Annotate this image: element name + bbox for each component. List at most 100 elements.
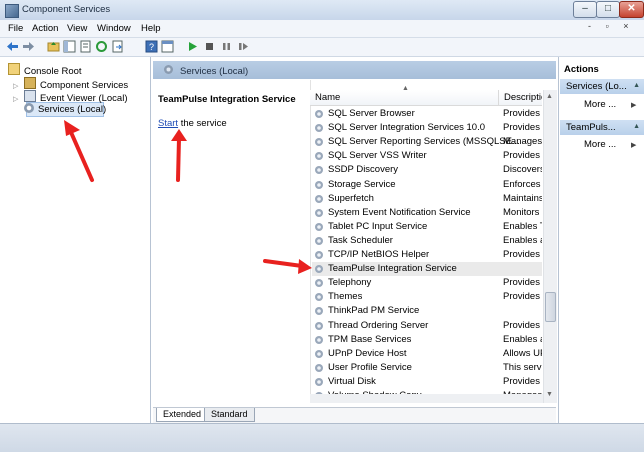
- start-service-icon[interactable]: [186, 40, 199, 53]
- table-row[interactable]: SQL Server Integration Services 10.0 Prov…: [314, 121, 542, 135]
- close-button[interactable]: ✕: [619, 1, 644, 18]
- table-row[interactable]: Tablet PC Input Service Enables Ta: [314, 220, 542, 234]
- gear-icon: [315, 166, 323, 175]
- refresh-icon[interactable]: [95, 40, 108, 53]
- service-description: Provides th: [503, 150, 542, 162]
- scrollbar-thumb[interactable]: [545, 292, 556, 322]
- scroll-up-icon[interactable]: ▲: [543, 90, 556, 103]
- menu-action[interactable]: Action: [32, 23, 58, 34]
- up-folder-icon[interactable]: [47, 40, 60, 53]
- table-row[interactable]: SQL Server VSS Writer Provides th: [314, 149, 542, 163]
- table-row[interactable]: Themes Provides u: [314, 290, 542, 304]
- actions-group-teampulse[interactable]: TeamPuls... ▲: [560, 120, 644, 135]
- show-hide-tree-icon[interactable]: [63, 40, 76, 53]
- service-description: Enables a: [503, 234, 542, 246]
- mdi-window-controls[interactable]: - ▫ ×: [588, 21, 634, 31]
- tree-item-event-viewer[interactable]: ▷ Event Viewer (Local): [13, 90, 127, 104]
- service-description: Provides n: [503, 122, 542, 134]
- service-name: Thread Ordering Server: [328, 319, 429, 331]
- gear-icon: [315, 208, 323, 217]
- tree-item-component-services[interactable]: ▷ Component Services: [13, 77, 128, 91]
- table-row[interactable]: SQL Server Browser Provides S: [314, 107, 542, 121]
- expand-arrow-icon[interactable]: ▷: [13, 95, 21, 103]
- submenu-arrow-icon: ▶: [631, 102, 637, 109]
- service-description: This servic: [503, 361, 542, 373]
- minimize-button[interactable]: –: [573, 1, 597, 18]
- gear-icon: [315, 124, 323, 133]
- tab-standard[interactable]: Standard: [204, 408, 255, 422]
- table-row[interactable]: TPM Base Services Enables ac: [314, 333, 542, 347]
- service-description: Discovers: [503, 164, 542, 176]
- table-row[interactable]: UPnP Device Host Allows UP: [314, 347, 542, 361]
- service-name: Telephony: [328, 277, 372, 289]
- services-header-title: Services (Local): [180, 66, 249, 77]
- pause-service-icon[interactable]: [220, 40, 233, 53]
- tree-item-services-local[interactable]: Services (Local): [13, 103, 106, 115]
- maximize-button[interactable]: □: [596, 1, 620, 18]
- expand-arrow-icon[interactable]: ▷: [13, 82, 21, 90]
- service-description: Provides m: [503, 375, 542, 387]
- table-row[interactable]: User Profile Service This servic: [314, 361, 542, 375]
- stop-service-icon[interactable]: [203, 40, 216, 53]
- export-list-icon[interactable]: [111, 40, 124, 53]
- gear-icon: [315, 180, 323, 189]
- svg-text:?: ?: [149, 42, 154, 52]
- service-name: SQL Server Browser: [328, 108, 415, 119]
- table-row[interactable]: TCP/IP NetBIOS Helper Provides s: [314, 248, 542, 262]
- service-description: Enables ac: [503, 333, 542, 345]
- actions-group-services-local[interactable]: Services (Lo... ▲: [560, 79, 644, 94]
- service-description: Maintains: [503, 192, 542, 204]
- gear-icon: [315, 321, 323, 330]
- table-row[interactable]: Thread Ordering Server Provides o: [314, 319, 542, 333]
- scroll-down-icon[interactable]: ▼: [543, 388, 556, 401]
- service-description: Provides u: [503, 291, 542, 303]
- more-actions-link[interactable]: More ...: [584, 99, 616, 110]
- table-row[interactable]: TeamPulse Integration Service: [314, 262, 542, 276]
- table-row[interactable]: System Event Notification Service Monitor…: [314, 206, 542, 220]
- back-icon[interactable]: [6, 40, 19, 53]
- forward-icon[interactable]: [22, 40, 35, 53]
- menu-file[interactable]: File: [8, 23, 23, 34]
- gear-icon: [315, 377, 323, 386]
- table-row[interactable]: Telephony Provides T: [314, 276, 542, 290]
- tab-extended[interactable]: Extended: [156, 408, 209, 422]
- service-description: Provides o: [503, 319, 542, 331]
- table-row[interactable]: ThinkPad PM Service: [314, 304, 542, 318]
- table-row[interactable]: SQL Server Reporting Services (MSSQLSE..…: [314, 135, 542, 149]
- gear-icon: [315, 110, 323, 118]
- table-row[interactable]: Task Scheduler Enables a: [314, 234, 542, 248]
- properties-icon[interactable]: [79, 40, 92, 53]
- menu-window[interactable]: Window: [97, 23, 131, 34]
- service-name: System Event Notification Service: [328, 206, 471, 218]
- collapse-arrow-icon[interactable]: ▲: [633, 82, 640, 89]
- column-header-name[interactable]: Name: [310, 90, 499, 106]
- table-row[interactable]: Storage Service Enforces g: [314, 178, 542, 192]
- service-name: TCP/IP NetBIOS Helper: [328, 249, 430, 260]
- menu-help[interactable]: Help: [141, 23, 161, 34]
- table-row[interactable]: Superfetch Maintains: [314, 192, 542, 206]
- window-title: Component Services: [22, 4, 111, 15]
- gear-icon: [24, 103, 34, 113]
- horizontal-scrollbar[interactable]: [310, 394, 543, 403]
- table-row[interactable]: Virtual Disk Provides m: [314, 375, 542, 389]
- actions-group-label: TeamPuls...: [566, 122, 616, 133]
- restart-service-icon[interactable]: [237, 40, 250, 53]
- column-header-description[interactable]: Descriptio: [499, 90, 542, 106]
- annotation-arrow-service: [263, 259, 312, 274]
- console-icon[interactable]: [161, 40, 174, 53]
- menu-view[interactable]: View: [67, 23, 87, 34]
- gear-icon: [315, 307, 323, 316]
- more-actions-link[interactable]: More ...: [584, 139, 616, 150]
- gear-icon: [315, 194, 323, 203]
- vertical-scrollbar[interactable]: [543, 90, 557, 403]
- tree-item-label: Console Root: [24, 66, 82, 77]
- service-name: Tablet PC Input Service: [328, 220, 428, 232]
- column-header-label: Name: [315, 92, 341, 103]
- actions-pane: [558, 57, 644, 423]
- table-row[interactable]: SSDP Discovery Discovers: [314, 163, 542, 177]
- submenu-arrow-icon: ▶: [631, 142, 637, 149]
- help-icon[interactable]: ?: [145, 40, 158, 53]
- collapse-arrow-icon[interactable]: ▲: [633, 123, 640, 130]
- tree-item-console-root[interactable]: Console Root: [8, 63, 82, 77]
- component-services-icon: [5, 4, 19, 18]
